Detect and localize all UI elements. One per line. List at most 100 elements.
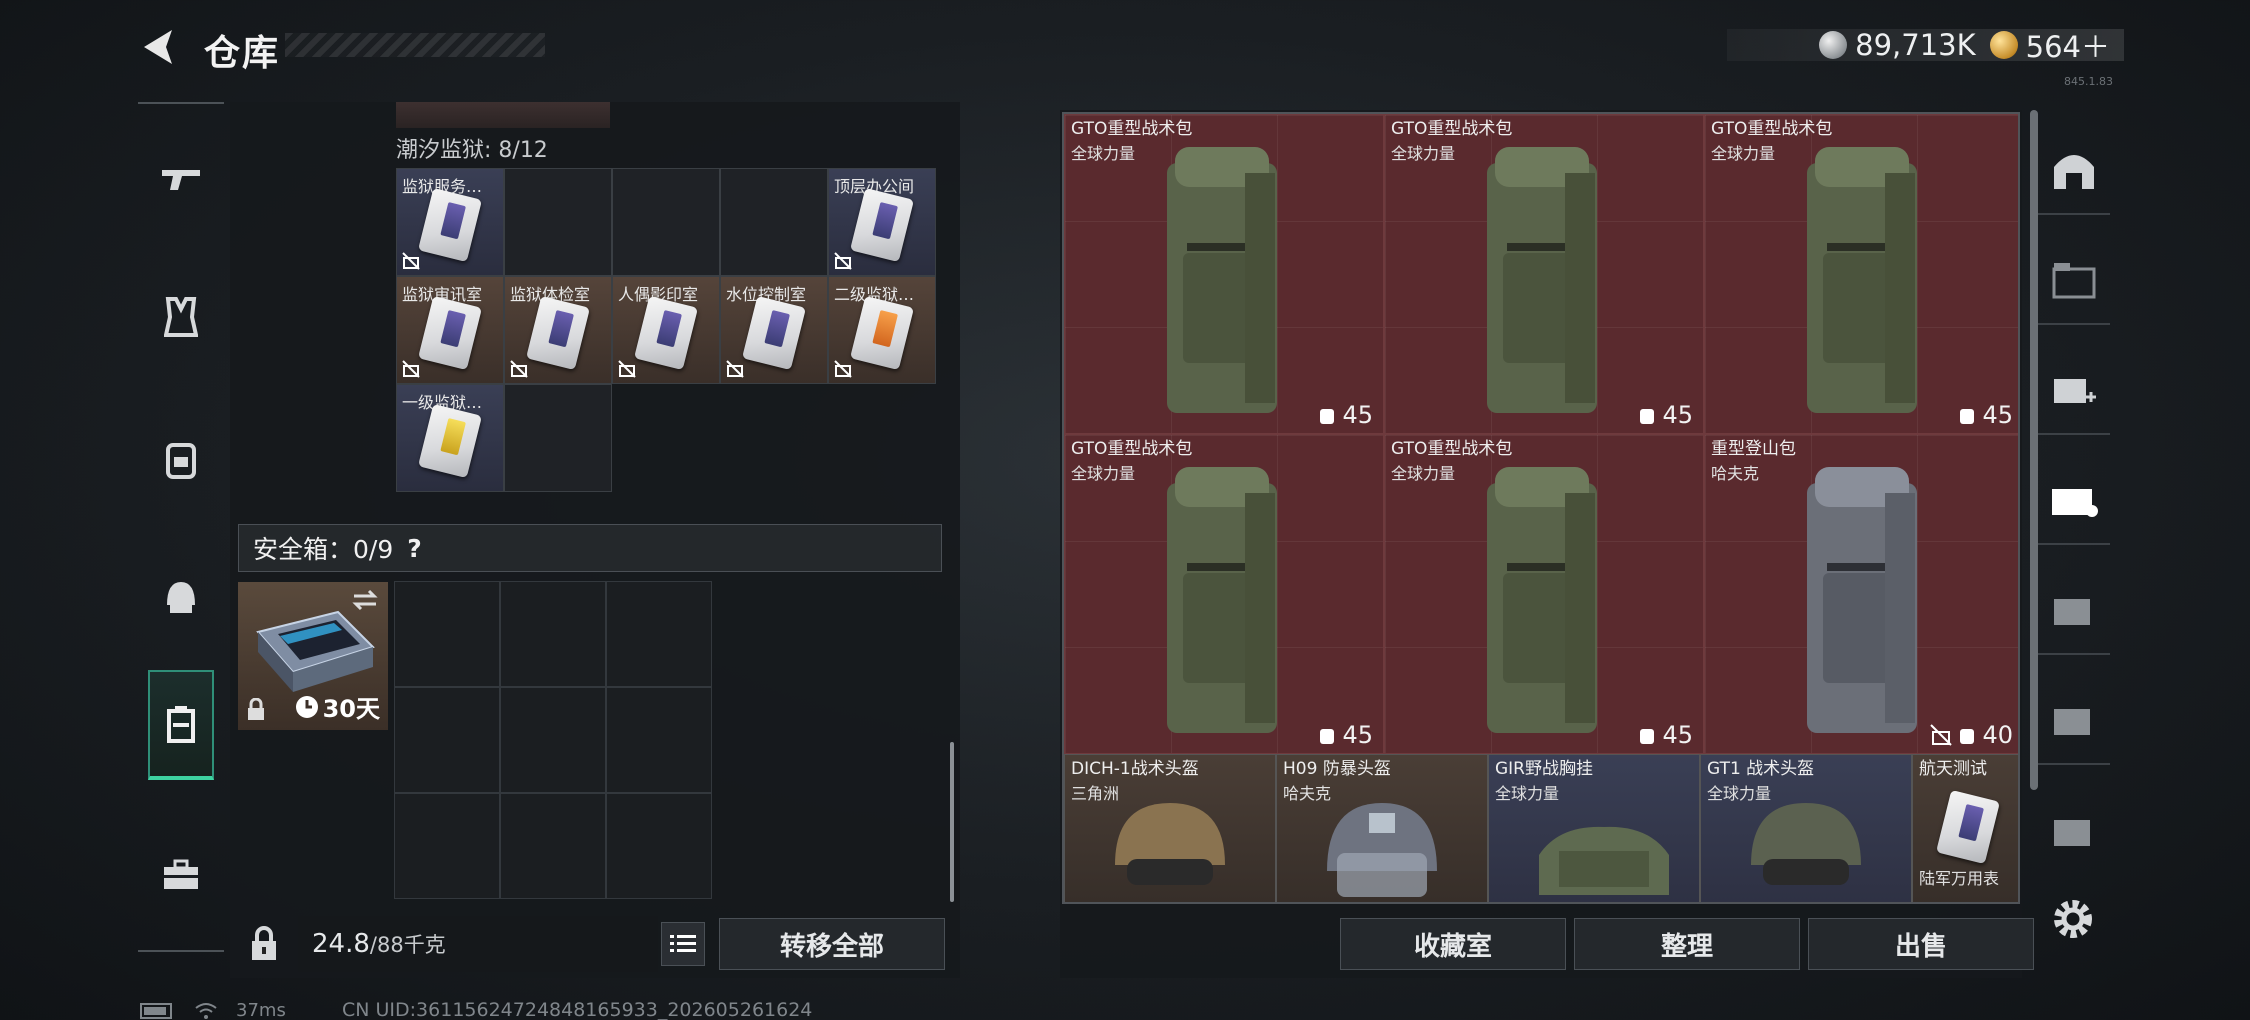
empty-slot[interactable]	[504, 168, 612, 276]
safebox-slot[interactable]	[606, 687, 712, 793]
backpack-item[interactable]: GTO重型战术包 全球力量 45	[1064, 434, 1384, 754]
backpack-icon	[1807, 147, 1917, 413]
item-brand: 全球力量	[1391, 464, 1456, 483]
backpack-item[interactable]: GTO重型战术包 全球力量 45	[1064, 114, 1384, 434]
armor-vest-icon	[164, 297, 198, 337]
helmet-item[interactable]: GT1 战术头盔 全球力量	[1700, 754, 1912, 902]
item-name: DICH-1战术头盔	[1071, 759, 1199, 779]
help-icon[interactable]: ?	[407, 534, 422, 563]
safebox-slot[interactable]	[500, 687, 606, 793]
safebox-slot[interactable]	[394, 687, 500, 793]
gold-currency[interactable]: 564＋	[1989, 24, 2110, 66]
keycard-icon	[850, 295, 914, 371]
safebox-slot[interactable]	[500, 581, 606, 687]
capacity-value: 45	[1662, 721, 1693, 749]
stash-page-tab[interactable]	[2038, 565, 2110, 655]
stash-page-tab[interactable]	[2038, 235, 2110, 325]
empty-slot[interactable]	[504, 384, 612, 492]
silver-amount: 89,713K	[1855, 28, 1976, 62]
backpack-icon	[1487, 467, 1597, 733]
gear-icon[interactable]	[2050, 896, 2096, 942]
stash-page-icon	[2052, 489, 2098, 517]
backpack-item[interactable]: GTO重型战术包 全球力量 45	[1384, 434, 1704, 754]
safebox-slot[interactable]	[606, 581, 712, 687]
keycard-slot[interactable]: 监狱服务…	[396, 168, 504, 276]
helmet-icon	[1115, 803, 1225, 885]
keycard-icon	[418, 403, 482, 479]
transfer-all-button[interactable]: 转移全部	[719, 918, 945, 970]
backpack-capacity-icon	[1320, 729, 1335, 744]
toolbox-icon	[164, 859, 198, 889]
capacity-value: 45	[1342, 721, 1373, 749]
safebox-slot[interactable]	[394, 793, 500, 899]
capacity-value: 40	[1982, 721, 2013, 749]
wifi-icon	[195, 1002, 217, 1019]
backpack-item[interactable]: GTO重型战术包 全球力量 45	[1704, 114, 2018, 434]
chest-rig-item[interactable]: GIR野战胸挂 全球力量	[1488, 754, 1700, 902]
collection-room-button[interactable]: 收藏室	[1340, 918, 1566, 970]
backpack-item[interactable]: GTO重型战术包 全球力量 45	[1384, 114, 1704, 434]
stash-page-tab[interactable]	[2038, 675, 2110, 765]
region-count-label: 潮汐监狱: 8/12	[396, 138, 548, 163]
nav-backpacks[interactable]	[138, 404, 224, 514]
keycard-slot[interactable]: 顶层办公间	[828, 168, 936, 276]
lock-button[interactable]	[230, 910, 298, 978]
keycard-slot[interactable]: 二级监狱…	[828, 276, 936, 384]
lock-icon	[248, 698, 264, 720]
stash-page-icon	[2054, 709, 2090, 735]
uid-text: CN UID:361156247248481659​33_20260526162…	[342, 999, 813, 1020]
nav-toolbox[interactable]	[138, 820, 224, 930]
keycard-slot[interactable]: 监狱体检室	[504, 276, 612, 384]
list-icon	[670, 935, 696, 952]
empty-slot[interactable]	[720, 168, 828, 276]
item-name: GT1 战术头盔	[1707, 759, 1815, 779]
helmet-item[interactable]: DICH-1战术头盔 三角洲	[1064, 754, 1276, 902]
capacity-value: 45	[1342, 401, 1373, 429]
safebox-icon	[167, 706, 195, 743]
stash-page-active-tab[interactable]	[2038, 455, 2110, 545]
nav-helmets[interactable]	[138, 542, 224, 652]
backpack-icon	[166, 443, 196, 479]
battery-icon	[140, 1002, 172, 1019]
safebox-duration: 30天	[295, 689, 380, 724]
safebox-slot[interactable]	[606, 793, 712, 899]
capacity-value: 45	[1982, 401, 2013, 429]
nav-weapons[interactable]	[138, 124, 224, 234]
list-view-button[interactable]	[661, 922, 705, 966]
capacity-badge: 45	[1318, 401, 1373, 429]
capacity-badge: 45	[1318, 721, 1373, 749]
item-brand: 全球力量	[1711, 144, 1776, 163]
nav-safebox[interactable]	[148, 670, 214, 780]
helmet-icon	[1327, 803, 1437, 897]
stash-page-tab[interactable]	[2038, 785, 2110, 875]
keycard-slot[interactable]: 监狱审讯室	[396, 276, 504, 384]
no-trade-icon	[726, 360, 744, 378]
no-trade-icon	[402, 252, 420, 270]
back-arrow-icon[interactable]	[138, 26, 180, 68]
swap-icon[interactable]	[350, 588, 380, 612]
keycard-item[interactable]: 航天测试 陆军万用表	[1912, 754, 2018, 902]
stash-home-tab[interactable]	[2038, 125, 2110, 215]
empty-slot[interactable]	[612, 168, 720, 276]
backpack-capacity-icon	[1320, 409, 1335, 424]
silver-coin-icon	[1819, 31, 1848, 59]
stash-page-icon	[2054, 820, 2090, 846]
duration-text: 30天	[322, 695, 380, 723]
organize-button[interactable]: 整理	[1574, 918, 1800, 970]
stash-scrollbar[interactable]	[2030, 110, 2038, 790]
safebox-slot[interactable]	[500, 793, 606, 899]
previous-region-row	[396, 102, 610, 128]
title-decoration	[285, 33, 545, 57]
helmet-item[interactable]: H09 防暴头盔 哈夫克	[1276, 754, 1488, 902]
keycard-slot[interactable]: 人偶影印室	[612, 276, 720, 384]
backpack-item[interactable]: 重型登山包 哈夫克 40	[1704, 434, 2018, 754]
safebox-slot[interactable]	[394, 581, 500, 687]
add-stash-page-tab[interactable]	[2038, 345, 2110, 435]
left-scrollbar[interactable]	[950, 742, 954, 902]
sell-button[interactable]: 出售	[1808, 918, 2034, 970]
safebox-item[interactable]: 30天	[238, 582, 388, 730]
keycard-slot[interactable]: 水位控制室	[720, 276, 828, 384]
nav-armor[interactable]	[138, 262, 224, 372]
no-trade-icon	[402, 360, 420, 378]
keycard-slot[interactable]: 一级监狱…	[396, 384, 504, 492]
